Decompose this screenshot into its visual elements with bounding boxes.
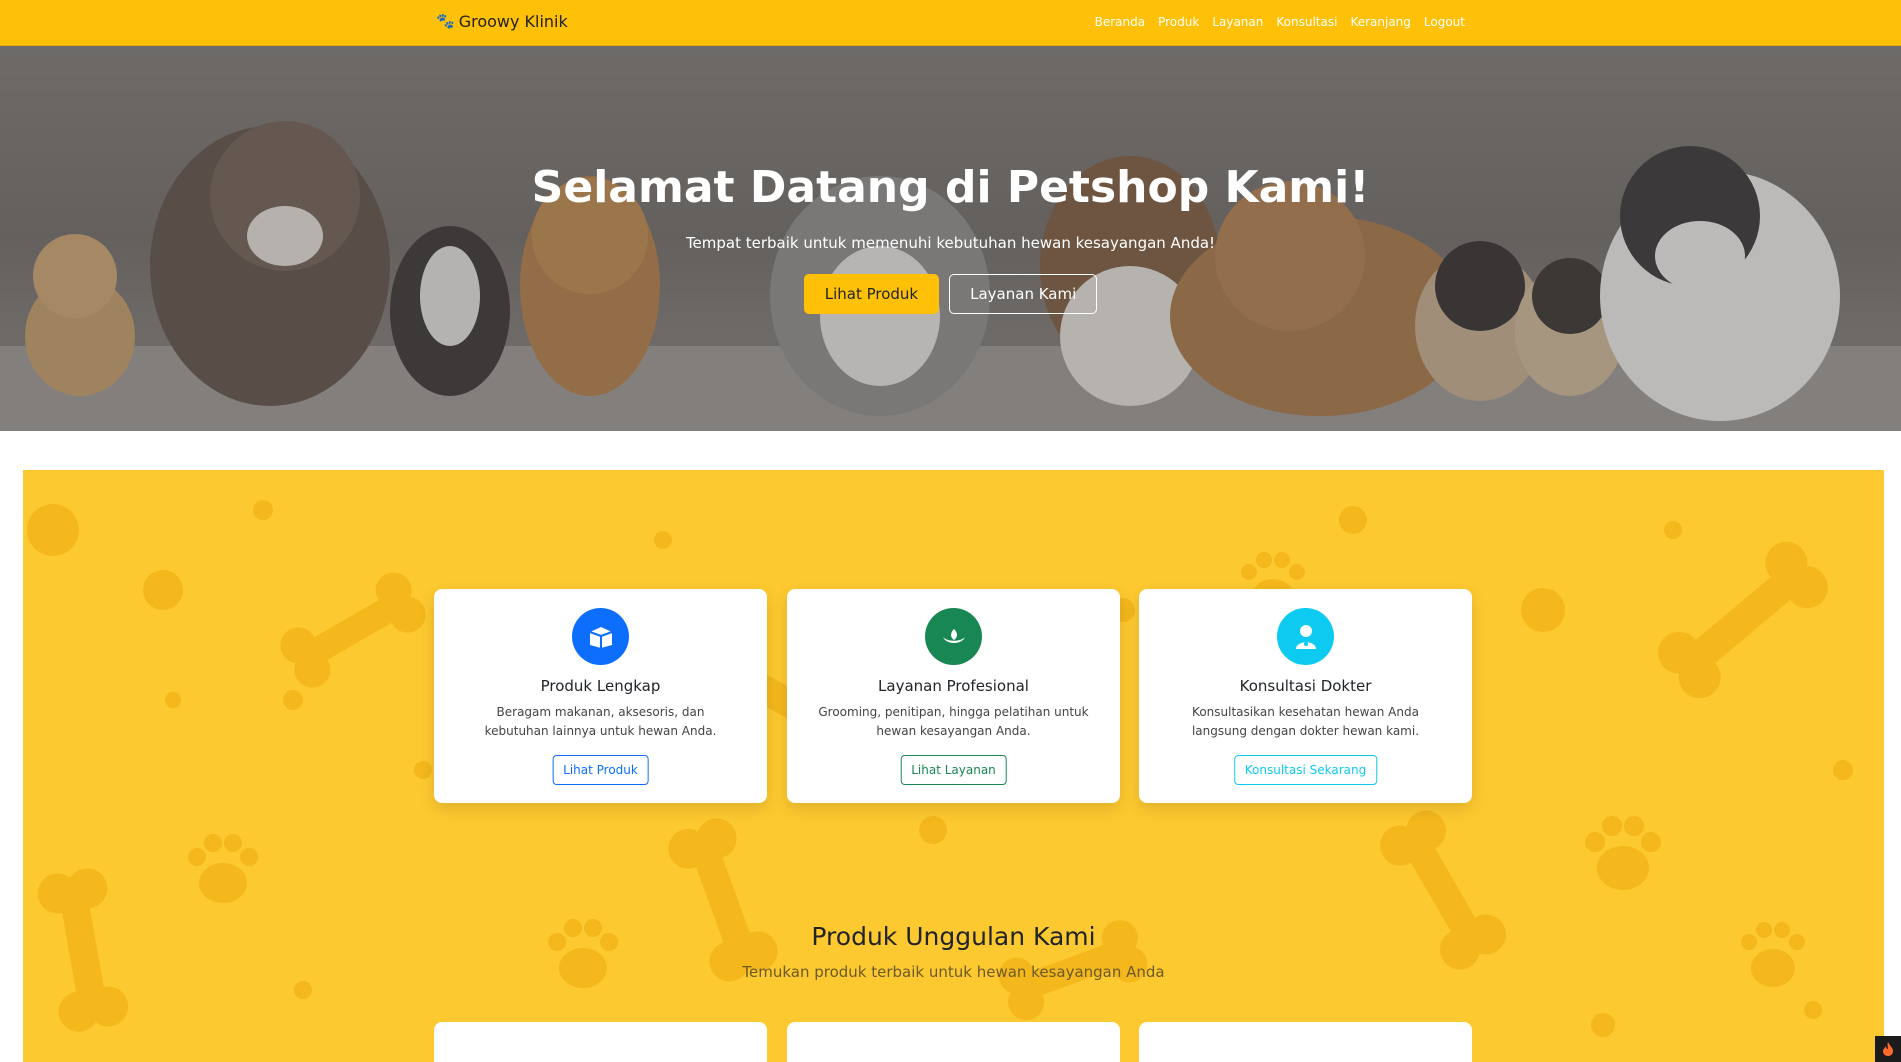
lihat-produk-card-button[interactable]: Lihat Produk [552,755,649,785]
featured-products-subtitle: Temukan produk terbaik untuk hewan kesay… [742,963,1165,981]
nav-link-beranda[interactable]: Beranda [1095,15,1145,29]
leaf-icon [925,608,982,665]
product-card[interactable] [787,1022,1120,1062]
paw-icon: 🐾 [436,12,455,30]
card-text: Konsultasikan kesehatan hewan Anda langs… [1191,705,1420,738]
card-text: Beragam makanan, aksesoris, dan kebutuha… [484,705,717,738]
product-card[interactable] [1139,1022,1472,1062]
navbar: 🐾 Groowy Klinik Beranda Produk Layanan K… [0,0,1901,46]
featured-products-title: Produk Unggulan Kami [811,922,1096,951]
nav-link-logout[interactable]: Logout [1424,15,1465,29]
hero-section: Selamat Datang di Petshop Kami! Tempat t… [0,46,1901,431]
features-section: Produk Lengkap Beragam makanan, aksesori… [23,470,1884,1062]
feature-card-konsultasi: Konsultasi Dokter Konsultasikan kesehata… [1139,589,1472,803]
lihat-layanan-button[interactable]: Lihat Layanan [900,755,1007,785]
konsultasi-sekarang-button[interactable]: Konsultasi Sekarang [1233,755,1378,785]
feature-card-layanan: Layanan Profesional Grooming, penitipan,… [787,589,1120,803]
card-text: Grooming, penitipan, hingga pelatihan un… [818,705,1089,738]
card-title: Konsultasi Dokter [1239,677,1372,695]
brand-link[interactable]: 🐾 Groowy Klinik [436,12,568,31]
doctor-icon [1277,608,1334,665]
hero-subtitle: Tempat terbaik untuk memenuhi kebutuhan … [685,234,1216,252]
hero-title: Selamat Datang di Petshop Kami! [531,162,1370,213]
brand-name: Groowy Klinik [458,12,568,31]
nav-link-konsultasi[interactable]: Konsultasi [1276,15,1337,29]
nav-link-produk[interactable]: Produk [1158,15,1199,29]
nav-link-keranjang[interactable]: Keranjang [1350,15,1410,29]
product-card[interactable] [434,1022,767,1062]
feature-card-produk: Produk Lengkap Beragam makanan, aksesori… [434,589,767,803]
hero-buttons: Lihat Produk Layanan Kami [0,274,1901,314]
flame-icon[interactable] [1875,1036,1901,1062]
nav-link-layanan[interactable]: Layanan [1212,15,1263,29]
card-title: Layanan Profesional [878,677,1029,695]
lihat-produk-button[interactable]: Lihat Produk [803,274,940,314]
card-title: Produk Lengkap [540,677,661,695]
box-icon [572,608,629,665]
layanan-kami-button[interactable]: Layanan Kami [949,274,1098,314]
nav-links: Beranda Produk Layanan Konsultasi Keranj… [1095,15,1465,29]
